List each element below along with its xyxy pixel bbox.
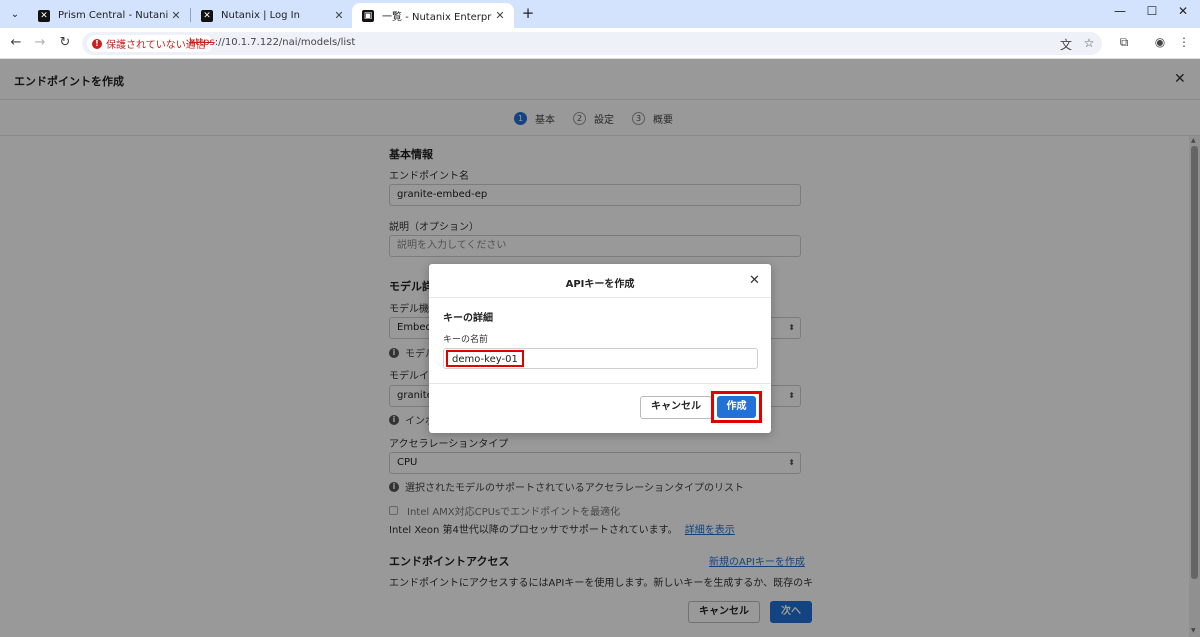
key-details-title: キーの詳細 — [443, 313, 493, 324]
profile-avatar-icon[interactable]: ◉ — [1152, 35, 1168, 49]
dialog-footer-divider — [429, 383, 771, 384]
browser-toolbar: ← → ↻ ! 保護されていない通信 https://10.1.7.122/na… — [0, 28, 1200, 59]
extensions-puzzle-icon[interactable]: ⧉ — [1116, 35, 1132, 50]
nai-favicon-icon: ▣ — [362, 9, 374, 22]
key-name-input[interactable]: demo-key-01 — [443, 348, 758, 369]
browser-tab-enterprise-ai[interactable]: ▣ 一覧 - Nutanix Enterprise AI ✕ — [352, 3, 514, 28]
browser-tab-login[interactable]: ✕ Nutanix | Log In ✕ — [191, 3, 353, 28]
dialog-close-icon[interactable]: ✕ — [749, 273, 760, 288]
create-api-key-dialog: APIキーを作成 ✕ キーの詳細 キーの名前 demo-key-01 キャンセル… — [429, 264, 771, 433]
address-bar[interactable]: ! 保護されていない通信 https://10.1.7.122/nai/mode… — [82, 32, 1102, 55]
dialog-title: APIキーを作成 — [565, 279, 635, 290]
tab-close-icon[interactable]: ✕ — [331, 9, 347, 22]
tab-search-icon[interactable]: ⌄ — [6, 5, 24, 23]
tab-close-icon[interactable]: ✕ — [168, 9, 184, 22]
maximize-icon[interactable]: ☐ — [1142, 4, 1162, 18]
tab-title: 一覧 - Nutanix Enterprise AI — [382, 12, 492, 23]
url-path: ://10.1.7.122/nai/models/list — [214, 37, 356, 48]
browser-menu-icon[interactable]: ⋮ — [1176, 35, 1192, 49]
browser-tabstrip: ⌄ ✕ Prism Central - Nutanix ✕ ✕ Nutanix … — [0, 0, 1200, 28]
create-button-highlight: 作成 — [711, 391, 762, 423]
tab-close-icon[interactable]: ✕ — [492, 9, 508, 22]
dialog-cancel-button[interactable]: キャンセル — [640, 396, 712, 419]
key-name-value-highlight: demo-key-01 — [446, 350, 524, 367]
tab-title: Prism Central - Nutanix — [58, 10, 168, 21]
key-name-label: キーの名前 — [443, 335, 489, 345]
back-arrow-icon[interactable]: ← — [8, 35, 24, 51]
window-close-icon[interactable]: ✕ — [1173, 4, 1193, 18]
nutanix-favicon-icon: ✕ — [38, 9, 50, 22]
bookmark-star-icon[interactable]: ☆ — [1081, 36, 1097, 50]
url-text[interactable]: https://10.1.7.122/nai/models/list — [189, 37, 355, 48]
tab-title: Nutanix | Log In — [221, 10, 300, 21]
url-scheme: https — [189, 37, 215, 48]
translate-icon[interactable]: 文 — [1058, 36, 1074, 53]
minimize-icon[interactable]: — — [1110, 4, 1130, 18]
forward-arrow-icon[interactable]: → — [32, 35, 48, 51]
nutanix-favicon-icon: ✕ — [201, 9, 213, 22]
new-tab-plus-icon[interactable]: + — [520, 5, 536, 21]
browser-tab-prism-central[interactable]: ✕ Prism Central - Nutanix ✕ — [28, 3, 190, 28]
dialog-header: APIキーを作成 ✕ — [429, 264, 771, 298]
reload-icon[interactable]: ↻ — [57, 35, 73, 51]
dialog-create-button[interactable]: 作成 — [717, 396, 756, 418]
not-secure-warning-icon: ! — [92, 38, 102, 49]
